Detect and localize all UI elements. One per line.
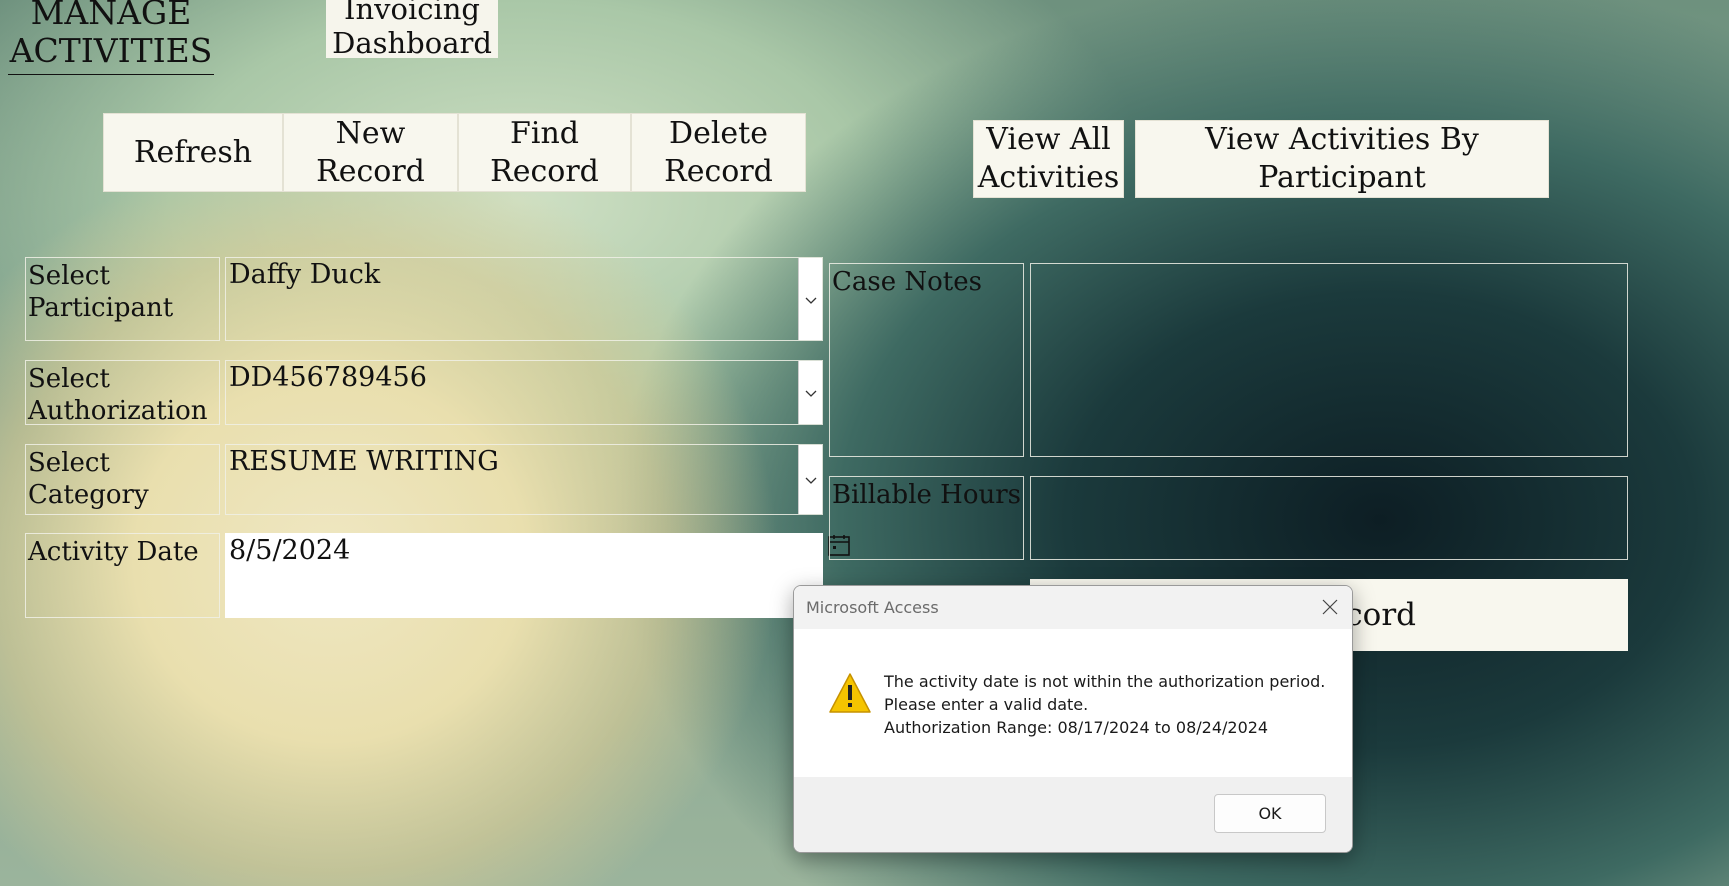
category-combo[interactable]: RESUME WRITING (225, 444, 823, 515)
authorization-label: Select Authorization (25, 360, 220, 426)
chevron-down-icon (805, 383, 817, 402)
dialog-message-line-3: Authorization Range: 08/17/2024 to 08/24… (884, 718, 1269, 737)
activity-date-label: Activity Date (25, 533, 220, 618)
invoicing-dashboard-button[interactable]: Invoicing Dashboard (326, 0, 498, 60)
refresh-button[interactable]: Refresh (103, 113, 283, 192)
page-title: MANAGE ACTIVITIES (8, 0, 214, 75)
authorization-dropdown-button[interactable] (798, 361, 822, 424)
participant-label: Select Participant (25, 257, 220, 341)
participant-dropdown-button[interactable] (798, 258, 822, 340)
find-record-button[interactable]: Find Record (458, 113, 631, 192)
dialog-title: Microsoft Access (806, 598, 939, 617)
participant-combo[interactable]: Daffy Duck (225, 257, 823, 341)
close-icon[interactable] (1320, 597, 1340, 617)
case-notes-input[interactable] (1030, 263, 1628, 457)
alert-dialog: Microsoft Access The activity date is no… (793, 585, 1353, 853)
category-dropdown-button[interactable] (798, 445, 822, 514)
billable-hours-label: Billable Hours (829, 476, 1024, 560)
authorization-combo[interactable]: DD456789456 (225, 360, 823, 425)
category-value: RESUME WRITING (229, 446, 499, 477)
chevron-down-icon (805, 290, 817, 309)
authorization-value: DD456789456 (229, 362, 427, 393)
new-record-button[interactable]: New Record (283, 113, 458, 192)
dialog-message-line-2: Please enter a valid date. (884, 695, 1089, 714)
dialog-message-line-1: The activity date is not within the auth… (884, 672, 1326, 691)
case-notes-label: Case Notes (829, 263, 1024, 457)
save-record-button-label: cord (1345, 597, 1416, 633)
activity-date-value: 8/5/2024 (229, 535, 351, 566)
warning-icon (828, 672, 872, 714)
view-all-activities-button[interactable]: View All Activities (973, 120, 1124, 198)
category-label: Select Category (25, 444, 220, 515)
activity-date-input[interactable]: 8/5/2024 (225, 533, 823, 618)
view-activities-by-participant-button[interactable]: View Activities By Participant (1135, 120, 1549, 198)
ok-button[interactable]: OK (1214, 794, 1326, 833)
dialog-footer: OK (794, 777, 1352, 852)
delete-record-button[interactable]: Delete Record (631, 113, 806, 192)
participant-value: Daffy Duck (229, 259, 381, 290)
billable-hours-input[interactable] (1030, 476, 1628, 560)
dialog-titlebar: Microsoft Access (794, 586, 1352, 629)
chevron-down-icon (805, 470, 817, 489)
